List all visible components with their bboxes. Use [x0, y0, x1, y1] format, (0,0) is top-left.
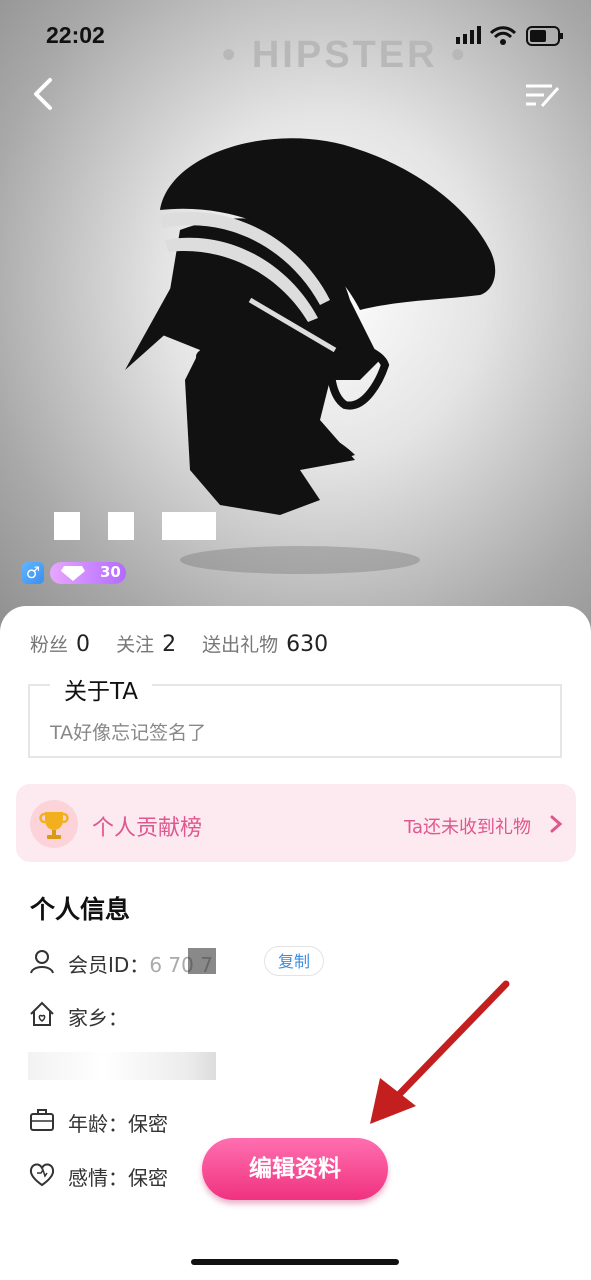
briefcase-icon [30, 1109, 54, 1131]
redacted-field [28, 1052, 216, 1080]
contribution-board[interactable]: 个人贡献榜 Ta还未收到礼物 [16, 784, 576, 862]
about-title: 关于TA [50, 672, 152, 706]
contribution-title: 个人贡献榜 [92, 816, 203, 841]
battery-icon [526, 26, 563, 46]
annotation-arrow [370, 980, 510, 1124]
stats-row: 粉丝 0 关注 2 送出礼物 630 [30, 630, 348, 657]
user-icon [30, 950, 54, 974]
hero-watermark: • HIPSTER • [222, 34, 468, 76]
edit-list-icon[interactable] [522, 78, 562, 112]
home-icon [30, 1001, 54, 1026]
profile-hero [0, 0, 591, 640]
stat-label-following[interactable]: 关注 [116, 634, 154, 656]
wifi-icon [490, 26, 516, 45]
chevron-right-icon [550, 815, 563, 833]
stat-label-gifts-sent[interactable]: 送出礼物 [202, 634, 278, 656]
member-id-redacted [188, 948, 216, 974]
stat-label-fans[interactable]: 粉丝 [30, 634, 68, 656]
level-badge: 30 [50, 562, 126, 584]
status-time: 22:02 [46, 22, 105, 48]
stat-value-gifts-sent[interactable]: 630 [286, 632, 328, 657]
home-indicator [191, 1259, 399, 1265]
age-label: 年龄：保密 [68, 1112, 168, 1136]
hometown-label: 家乡： [68, 1006, 128, 1030]
diamond-icon [61, 566, 85, 581]
level-value: 30 [100, 563, 121, 581]
about-signature: TA好像忘记签名了 [50, 722, 207, 744]
back-arrow-icon[interactable] [26, 76, 62, 112]
personal-info-title: 个人信息 [30, 895, 131, 924]
nickname-redacted [54, 512, 80, 540]
relationship-label: 感情：保密 [68, 1166, 168, 1190]
hipster-avatar-illustration [125, 138, 496, 574]
nickname-redacted [108, 512, 134, 540]
edit-profile-button[interactable]: 编辑资料 [202, 1138, 388, 1200]
stat-value-fans[interactable]: 0 [76, 632, 90, 657]
male-gender-icon: ♂ [22, 562, 44, 584]
nickname-redacted [162, 512, 216, 540]
contribution-status: Ta还未收到礼物 [404, 817, 532, 838]
heart-icon [29, 1163, 55, 1187]
stat-value-following[interactable]: 2 [162, 632, 176, 657]
copy-button[interactable]: 复制 [264, 946, 324, 976]
trophy-icon [30, 800, 78, 848]
